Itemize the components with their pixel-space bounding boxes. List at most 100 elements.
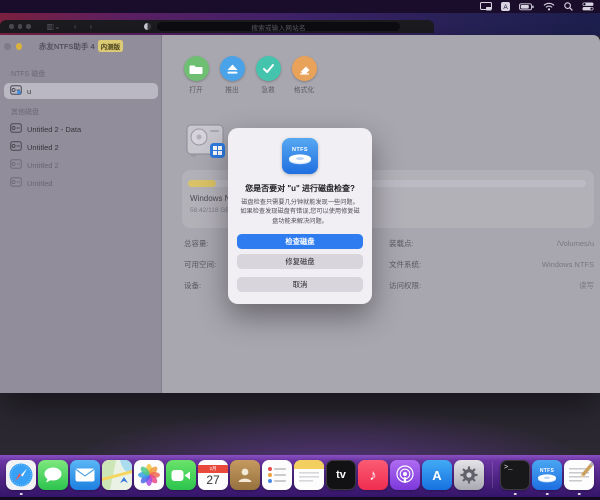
- address-placeholder: 搜索或输入网站名: [251, 22, 305, 32]
- address-bar[interactable]: 搜索或输入网站名: [157, 22, 400, 31]
- disk-check-dialog: NTFS 您是否要对 "u" 进行磁盘检查? 磁盘检查只需要几分钟就能发现一些问…: [228, 128, 372, 304]
- toolbar-button-format[interactable]: 格式化: [286, 56, 322, 94]
- background-browser-toolbar[interactable]: ▥⌄ ‹ › 搜索或输入网站名: [0, 20, 434, 33]
- maps-icon: [102, 460, 132, 490]
- dock-item-photos[interactable]: [134, 460, 164, 490]
- calendar-icon: 2月27: [198, 460, 228, 490]
- external-drive-icon: [10, 82, 22, 100]
- app-title: 赤友NTFS助手 4内测版: [0, 40, 162, 52]
- folder-icon: [184, 56, 209, 81]
- dock-item-ntfs-assistant[interactable]: NTFS: [532, 460, 562, 490]
- input-source-icon[interactable]: A: [501, 2, 510, 11]
- apple-menu-icon[interactable]: [6, 3, 16, 11]
- app-edition-badge: 内测版: [98, 40, 124, 52]
- minimize-icon[interactable]: [18, 24, 23, 29]
- podcasts-icon: [390, 460, 420, 490]
- reminders-icon: [262, 460, 292, 490]
- apple-tv-icon: tv: [326, 460, 356, 490]
- check-disk-button[interactable]: 检查磁盘: [237, 234, 363, 249]
- dock-item-terminal[interactable]: >_: [500, 460, 530, 490]
- check-icon: [256, 56, 281, 81]
- contacts-icon: [230, 460, 260, 490]
- battery-icon[interactable]: [519, 3, 534, 11]
- running-indicator: [20, 493, 23, 496]
- dock-item-system-settings[interactable]: [454, 460, 484, 490]
- ntfs-app-icon: NTFS: [282, 138, 318, 174]
- terminal-icon: >_: [500, 460, 530, 490]
- toolbar-label: 急救: [261, 84, 275, 94]
- toolbar-button-open[interactable]: 打开: [178, 56, 214, 94]
- toolbar: 打开推出 急救 格式化: [178, 56, 322, 94]
- dock-item-podcasts[interactable]: [390, 460, 420, 490]
- facetime-icon: [166, 460, 196, 490]
- sidebar: 赤友NTFS助手 4内测版 NTFS 磁盘 u 其他磁盘 Untitled 2 - D…: [0, 35, 162, 393]
- system-settings-icon: [454, 460, 484, 490]
- desktop-area: [0, 393, 600, 455]
- external-drive-icon: [10, 120, 22, 138]
- sidebar-item-label: u: [27, 87, 31, 96]
- app-store-icon: A: [422, 460, 452, 490]
- sidebar-item-disk[interactable]: u: [4, 83, 158, 99]
- info-row: 文件系统:Windows NTFS: [389, 254, 594, 275]
- dock-item-music[interactable]: ♪: [358, 460, 388, 490]
- dialog-body: 磁盘检查只需要几分钟就能发现一些问题。如果检查发现磁盘有错误,您可以使用修复磁盘…: [239, 198, 361, 226]
- zoom-icon[interactable]: [26, 24, 31, 29]
- sidebar-item-disk[interactable]: Untitled 2: [4, 139, 158, 155]
- running-indicator: [578, 493, 581, 496]
- dock-item-app-store[interactable]: A: [422, 460, 452, 490]
- dock-item-notes[interactable]: [294, 460, 324, 490]
- dock-item-facetime[interactable]: [166, 460, 196, 490]
- dock-divider: [486, 460, 498, 490]
- toolbar-label: 推出: [225, 84, 239, 94]
- dock-item-messages[interactable]: [38, 460, 68, 490]
- dock-item-apple-tv[interactable]: tv: [326, 460, 356, 490]
- messages-icon: [38, 460, 68, 490]
- search-icon[interactable]: [564, 2, 573, 11]
- info-row: 访问权限:读写: [389, 275, 594, 296]
- dock-item-maps[interactable]: [102, 460, 132, 490]
- dock-item-textedit[interactable]: [564, 460, 594, 490]
- back-icon[interactable]: ‹: [74, 23, 77, 31]
- menu-bar: A: [0, 0, 600, 13]
- screen-mirroring-icon[interactable]: [480, 2, 492, 11]
- control-center-icon[interactable]: [582, 2, 594, 11]
- disk-info-right: 装载点:/Volumes/u文件系统:Windows NTFS访问权限:读写: [389, 233, 594, 296]
- menu-bar-status-icons: A: [480, 2, 594, 11]
- repair-disk-button[interactable]: 修复磁盘: [237, 254, 363, 269]
- sidebar-item-label: Untitled 2: [27, 161, 59, 170]
- dock-item-reminders[interactable]: [262, 460, 292, 490]
- dock-item-mail[interactable]: [70, 460, 100, 490]
- sidebar-section-label: 其他磁盘: [11, 107, 162, 117]
- sidebar-item-disk[interactable]: Untitled 2 - Data: [4, 121, 158, 137]
- dock-item-contacts[interactable]: [230, 460, 260, 490]
- external-drive-icon: [10, 138, 22, 156]
- cancel-button[interactable]: 取消: [237, 277, 363, 292]
- sidebar-item-disk[interactable]: Untitled 2: [4, 157, 158, 173]
- forward-icon[interactable]: ›: [89, 23, 92, 31]
- close-icon[interactable]: [9, 24, 14, 29]
- info-label: 访问权限:: [389, 280, 421, 291]
- sidebar-item-label: Untitled 2: [27, 143, 59, 152]
- dialog-title: 您是否要对 "u" 进行磁盘检查?: [236, 183, 364, 194]
- dock-item-safari[interactable]: [6, 460, 36, 490]
- browser-traffic-lights[interactable]: [9, 24, 31, 29]
- info-label: 可用空间:: [184, 259, 216, 270]
- info-label: 设备:: [184, 280, 201, 291]
- disk-platter-icon: [288, 154, 312, 165]
- ntfs-icon-label: NTFS: [292, 147, 308, 153]
- photos-icon: [134, 460, 164, 490]
- toolbar-button-first-aid[interactable]: 急救: [250, 56, 286, 94]
- dock-item-calendar[interactable]: 2月27: [198, 460, 228, 490]
- sidebar-item-disk[interactable]: Untitled: [4, 175, 158, 191]
- usage-bar-fill: [188, 180, 216, 187]
- wifi-icon[interactable]: [543, 2, 555, 11]
- sidebar-toggle-icon[interactable]: ▥⌄: [47, 23, 61, 31]
- toolbar-button-eject[interactable]: 推出: [214, 56, 250, 94]
- windows-logo-badge: [210, 143, 225, 158]
- app-title-text: 赤友NTFS助手 4: [39, 42, 95, 51]
- svg-text:A: A: [503, 4, 508, 11]
- eject-icon: [220, 56, 245, 81]
- sidebar-section-label: NTFS 磁盘: [11, 69, 162, 79]
- sidebar-item-label: Untitled 2 - Data: [27, 125, 81, 134]
- tab-overview-icon[interactable]: [144, 23, 151, 30]
